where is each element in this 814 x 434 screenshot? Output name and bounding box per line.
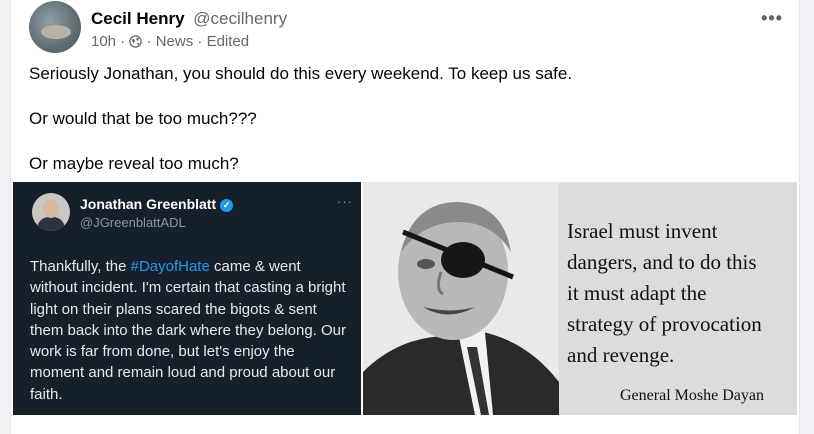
post-media[interactable]: Jonathan Greenblatt ✓ @JGreenblattADL ···… <box>13 182 797 415</box>
quote-attribution: General Moshe Dayan <box>620 387 764 404</box>
quote-text: Israel must invent dangers, and to do th… <box>567 219 762 367</box>
author-name[interactable]: Cecil Henry <box>91 9 185 28</box>
tweet-author-name: Jonathan Greenblatt ✓ <box>80 196 234 212</box>
post-category[interactable]: News <box>156 33 194 50</box>
post-text: Seriously Jonathan, you should do this e… <box>29 63 769 198</box>
post-text-line: Or would that be too much??? <box>29 109 257 128</box>
tweet-screenshot[interactable]: Jonathan Greenblatt ✓ @JGreenblattADL ···… <box>13 182 361 415</box>
post-meta: 10h · · News · Edited <box>91 33 250 50</box>
more-horizontal-icon: ··· <box>337 194 353 209</box>
quote-image[interactable]: Israel must invent dangers, and to do th… <box>363 182 797 415</box>
hashtag-link: #DayofHate <box>130 258 210 275</box>
post-text-line: Or maybe reveal too much? <box>29 154 239 173</box>
tweet-text: Thankfully, the #DayofHate came & went w… <box>30 258 347 403</box>
tweet-author-handle: @JGreenblattADL <box>80 215 186 230</box>
post-card: Cecil Henry @cecilhenry 10h · · News · E… <box>10 0 800 434</box>
post-time[interactable]: 10h <box>91 33 116 50</box>
tweet-avatar <box>32 193 70 231</box>
author-avatar[interactable] <box>29 1 81 53</box>
author-line: Cecil Henry @cecilhenry <box>91 9 287 29</box>
verified-badge-icon: ✓ <box>220 199 234 212</box>
more-horizontal-icon: ••• <box>761 8 783 28</box>
edited-label[interactable]: Edited <box>207 33 250 50</box>
post-text-line: Seriously Jonathan, you should do this e… <box>29 64 573 83</box>
more-options-button[interactable]: ••• <box>761 8 783 29</box>
portrait-photo <box>363 182 559 415</box>
globe-icon <box>129 35 143 48</box>
author-handle: @cecilhenry <box>193 9 288 28</box>
